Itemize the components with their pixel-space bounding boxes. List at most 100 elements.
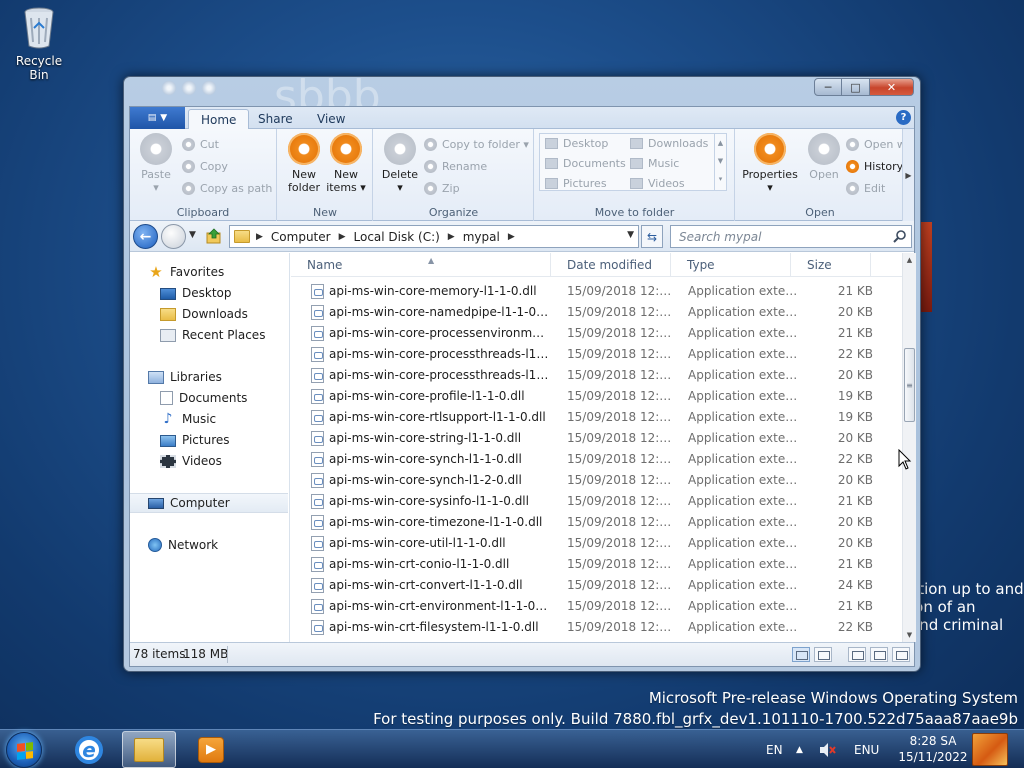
nav-videos[interactable]: Videos [130,451,288,471]
move-to-desktop[interactable]: Desktop [545,137,608,150]
table-row[interactable]: api-ms-win-core-timezone-l1-1-0.dll 15/09… [291,512,902,533]
open-button[interactable]: Open [798,133,850,181]
up-folder-icon[interactable] [206,228,222,244]
move-to-music[interactable]: Music [630,157,679,170]
address-bar[interactable]: ▶ Computer ▶ Local Disk (C:) ▶ mypal ▶ ▼ [229,225,639,248]
table-row[interactable]: api-ms-win-core-string-l1-1-0.dll 15/09/2… [291,428,902,449]
breadcrumb-separator-icon[interactable]: ▶ [448,232,455,242]
table-row[interactable]: api-ms-win-core-processthreads-l1-1-0.dl… [291,344,902,365]
breadcrumb-separator-icon[interactable]: ▶ [256,232,263,242]
move-to-downloads[interactable]: Downloads [630,137,708,150]
show-hidden-icons-button[interactable]: ▲ [796,730,803,768]
breadcrumb-local-disk[interactable]: Local Disk (C:) [354,230,440,244]
copy-as-path-button[interactable]: Copy as path [182,179,272,197]
breadcrumb-computer[interactable]: Computer [271,230,331,244]
details-view-button[interactable] [792,647,810,662]
recent-locations-dropdown[interactable]: ▼ [189,230,196,240]
cut-button[interactable]: Cut [182,135,219,153]
move-to-videos[interactable]: Videos [630,177,685,190]
table-row[interactable]: api-ms-win-core-processenvironment-l1...… [291,323,902,344]
table-row[interactable]: api-ms-win-core-profile-l1-1-0.dll 15/09/… [291,386,902,407]
table-row[interactable]: api-ms-win-core-synch-l1-1-0.dll 15/09/20… [291,449,902,470]
nav-computer[interactable]: Computer [130,493,288,513]
scroll-down-button[interactable]: ▼ [903,628,916,642]
details-pane-button[interactable] [870,647,888,662]
search-icon[interactable] [893,229,907,243]
tab-view[interactable]: View [305,109,357,129]
minimize-button[interactable]: ─ [814,78,842,96]
column-header-type[interactable]: Type [671,253,791,277]
taskbar-windows-explorer[interactable] [122,731,176,768]
preview-pane-button[interactable] [848,647,866,662]
close-button[interactable]: ✕ [870,78,914,96]
address-dropdown-icon[interactable]: ▼ [627,230,634,240]
search-input[interactable]: Search mypal [679,230,761,244]
navigation-pane-button[interactable] [892,647,910,662]
maximize-button[interactable]: □ [842,78,870,96]
show-desktop-button[interactable] [972,733,1008,766]
table-row[interactable]: api-ms-win-crt-environment-l1-1-0.dll 15/… [291,596,902,617]
delete-button[interactable]: Delete ▾ [374,133,426,194]
table-row[interactable]: api-ms-win-core-rtlsupport-l1-1-0.dll 15/… [291,407,902,428]
recycle-bin[interactable]: Recycle Bin [6,6,72,82]
taskbar-internet-explorer[interactable]: e [62,731,116,768]
nav-libraries[interactable]: Libraries [130,367,288,387]
paste-button[interactable]: Paste ▾ [130,133,182,194]
rename-button[interactable]: Rename [424,157,487,175]
tab-home[interactable]: Home [188,109,250,129]
nav-pictures[interactable]: Pictures [130,430,288,450]
refresh-button[interactable]: ⇆ [641,225,663,248]
edit-button[interactable]: Edit [846,179,885,197]
nav-desktop[interactable]: Desktop [130,283,288,303]
table-row[interactable]: api-ms-win-crt-conio-l1-1-0.dll 15/09/201… [291,554,902,575]
nav-favorites[interactable]: ★ Favorites [130,262,288,282]
scroll-up-button[interactable]: ▲ [903,253,916,267]
file-menu-button[interactable]: ▤ ▼ [130,107,185,129]
nav-documents[interactable]: Documents [130,388,288,408]
table-row[interactable]: api-ms-win-core-namedpipe-l1-1-0.dll 15/0… [291,302,902,323]
open-with-button[interactable]: Open w [846,135,906,153]
scroll-thumb[interactable]: ≡ [904,348,915,422]
table-row[interactable]: api-ms-win-core-sysinfo-l1-1-0.dll 15/09/… [291,491,902,512]
clock[interactable]: 8:28 SA 15/11/2022 [898,733,968,765]
breadcrumb-separator-icon[interactable]: ▶ [339,232,346,242]
breadcrumb-separator-icon[interactable]: ▶ [508,232,515,242]
move-to-pictures[interactable]: Pictures [545,177,607,190]
volume-muted-icon[interactable] [818,730,836,768]
table-row[interactable]: api-ms-win-crt-convert-l1-1-0.dll 15/09/2… [291,575,902,596]
history-button[interactable]: History [846,157,903,175]
keyboard-layout-indicator[interactable]: ENU [854,730,879,768]
start-button[interactable] [6,732,42,768]
nav-downloads[interactable]: Downloads [130,304,288,324]
back-button[interactable]: ← [133,224,158,249]
nav-recent-places[interactable]: Recent Places [130,325,288,345]
copy-button[interactable]: Copy [182,157,228,175]
vertical-scrollbar[interactable]: ▲ ≡ ▼ [902,253,916,642]
forward-button[interactable] [161,224,186,249]
nav-network[interactable]: Network [130,535,288,555]
copy-to-folder-button[interactable]: Copy to folder ▾ [424,135,529,153]
breadcrumb-mypal[interactable]: mypal [463,230,500,244]
table-row[interactable]: api-ms-win-core-util-l1-1-0.dll 15/09/201… [291,533,902,554]
table-row[interactable]: api-ms-win-core-synch-l1-2-0.dll 15/09/20… [291,470,902,491]
column-header-size[interactable]: Size [791,253,871,277]
taskbar-media-player[interactable]: ▶ [184,731,238,768]
table-row[interactable]: api-ms-win-core-processthreads-l1-1-1.dl… [291,365,902,386]
large-icons-view-button[interactable] [814,647,832,662]
navigation-pane: ★ Favorites Desktop Downloads Recent Plac… [130,253,290,642]
nav-music[interactable]: ♪ Music [130,409,288,429]
gallery-scroll[interactable]: ▲ ▼ ▾ [714,134,726,190]
ribbon-scroll-right-button[interactable]: ▶ [902,129,914,221]
column-header-date[interactable]: Date modified [551,253,671,277]
input-language-indicator[interactable]: EN [766,730,783,768]
table-row[interactable]: api-ms-win-crt-filesystem-l1-1-0.dll 15/0… [291,617,902,638]
help-icon[interactable]: ? [896,110,911,125]
search-box[interactable]: Search mypal [670,225,912,248]
new-items-button[interactable]: New items ▾ [320,133,372,194]
table-row[interactable]: api-ms-win-core-memory-l1-1-0.dll 15/09/2… [291,281,902,302]
tab-share[interactable]: Share [246,109,305,129]
column-header-name[interactable]: Name ▲ [291,253,551,277]
move-to-documents[interactable]: Documents [545,157,626,170]
zip-button[interactable]: Zip [424,179,460,197]
properties-button[interactable]: Properties ▾ [738,133,802,194]
